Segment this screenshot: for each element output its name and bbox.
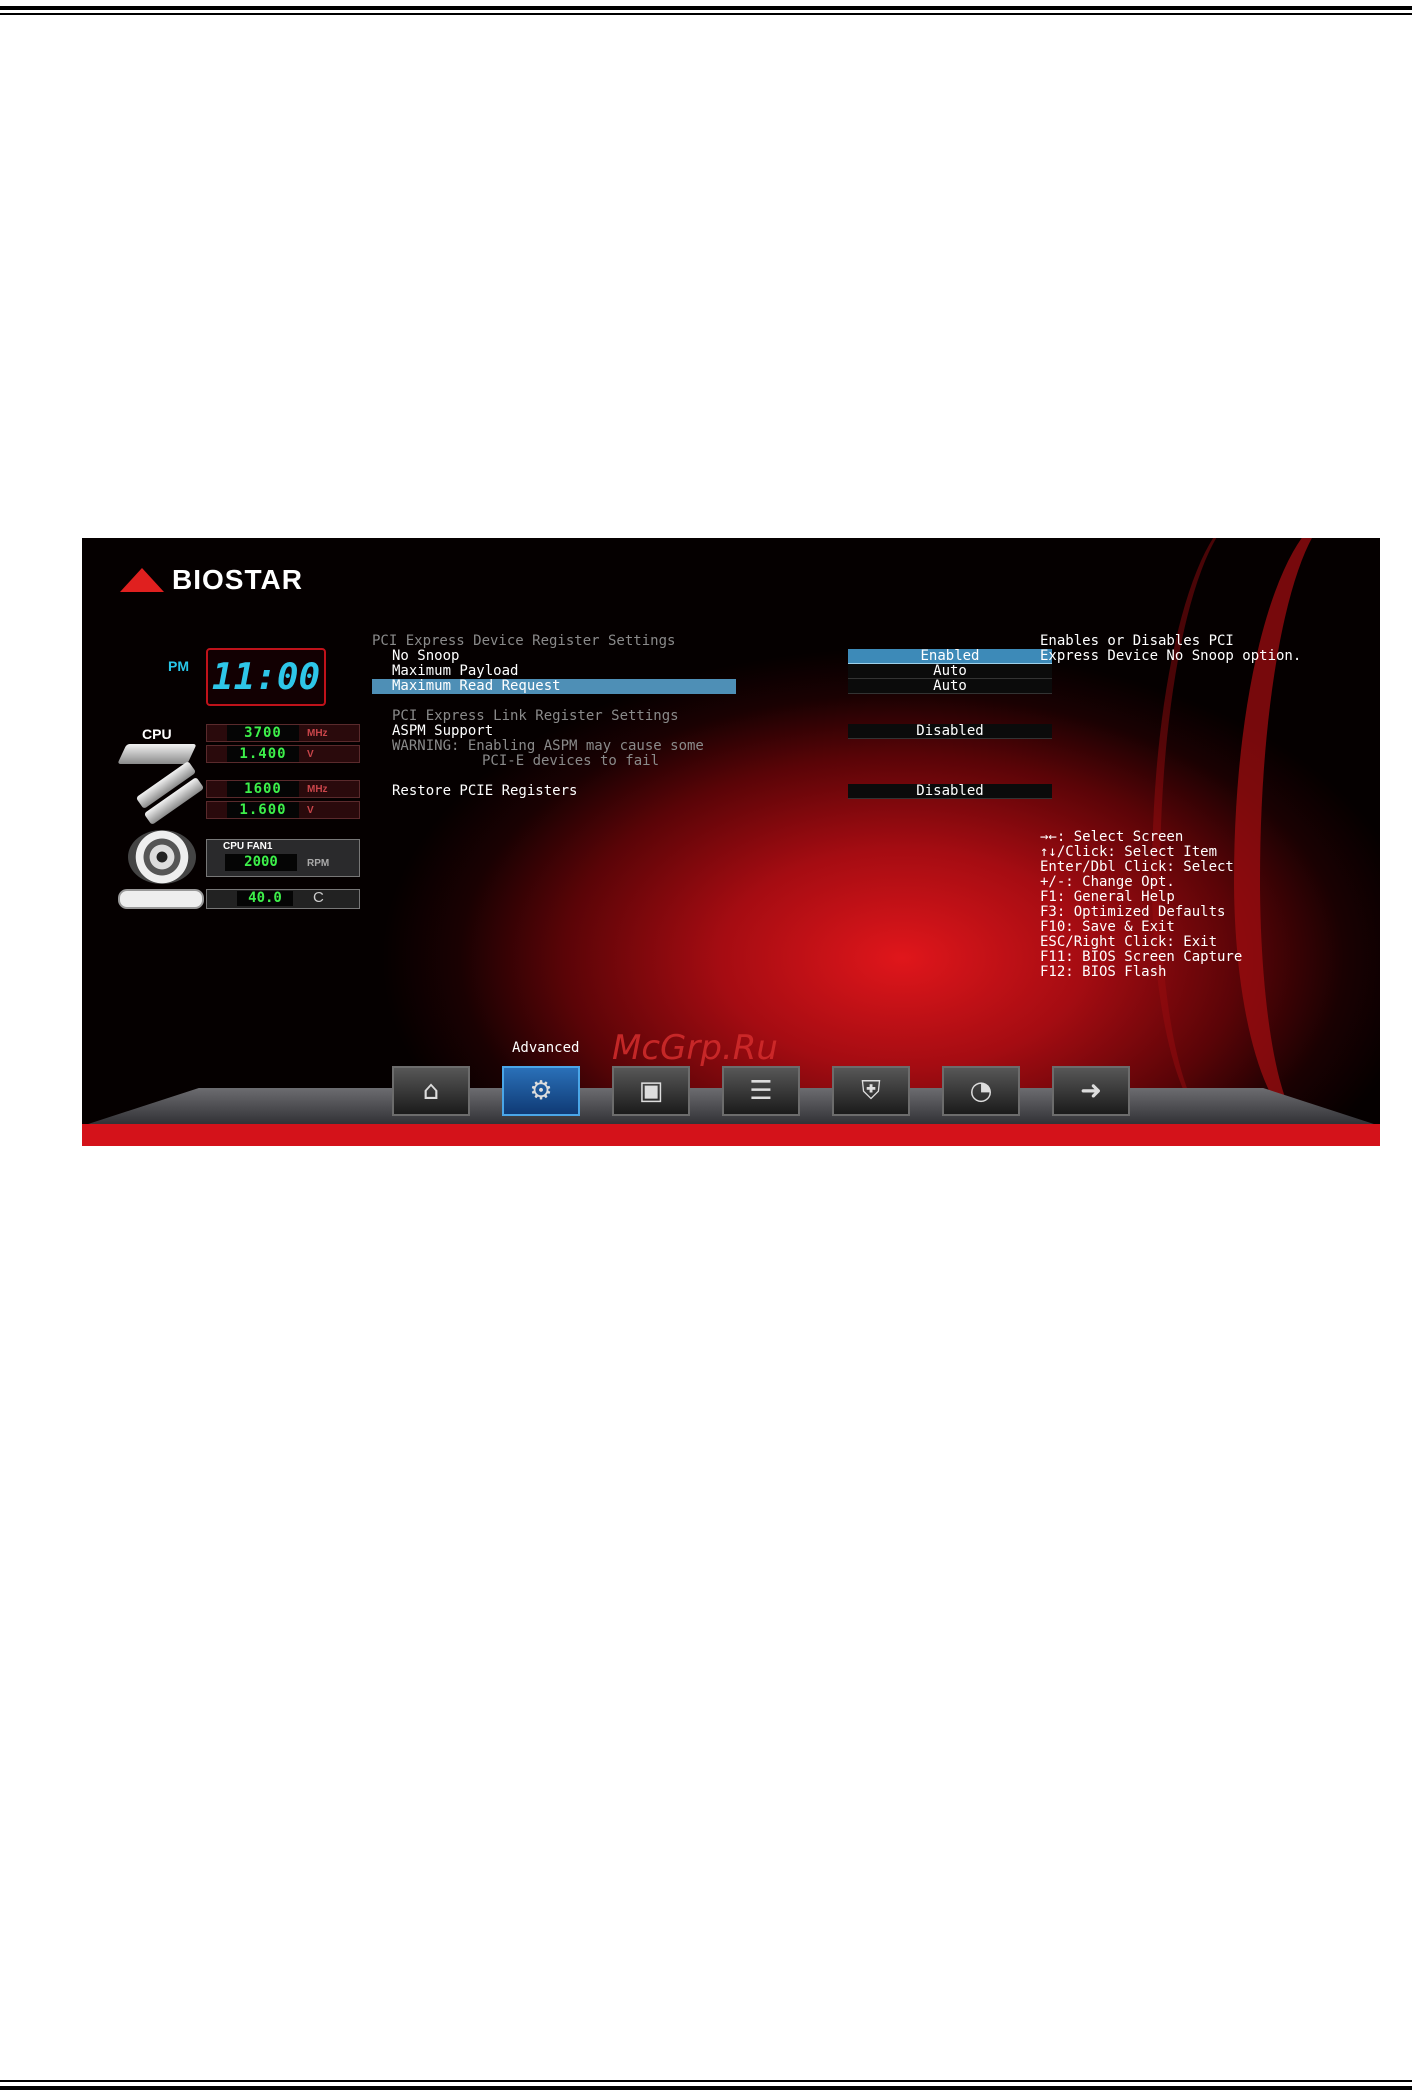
setting-no-snoop-label: No Snoop — [392, 648, 460, 664]
memory-frequency-value: 1600 — [227, 781, 299, 797]
top-rule-thin — [0, 13, 1412, 15]
memory-voltage-value: 1.600 — [227, 802, 299, 818]
key-hint: F3: Optimized Defaults — [1040, 904, 1226, 920]
cpu-chip-icon — [117, 744, 197, 764]
nav-bar: ⌂ ⚙ ▣ ☰ ⛨ ◔ ➜ — [392, 1066, 1130, 1116]
setting-maximum-payload[interactable]: Maximum Payload Auto — [372, 664, 1062, 679]
biostar-logo: BIOSTAR — [120, 564, 303, 596]
tab-chipset[interactable]: ▣ — [612, 1066, 690, 1116]
setting-maximum-read-request-label: Maximum Read Request — [392, 678, 561, 694]
setting-restore-pcie-registers-value[interactable]: Disabled — [848, 784, 1052, 799]
chip-icon: ▣ — [638, 1076, 664, 1106]
key-hint: F12: BIOS Flash — [1040, 964, 1167, 980]
memory-voltage-readout: 1.600 V — [206, 801, 360, 819]
cpu-frequency-value: 3700 — [227, 725, 299, 741]
help-text: Enables or Disables PCI Express Device No… — [1040, 634, 1370, 664]
setting-aspm-support[interactable]: ASPM Support Disabled — [372, 724, 1062, 739]
bottom-rule — [0, 2086, 1412, 2090]
setting-maximum-read-request-value[interactable]: Auto — [848, 679, 1052, 694]
logo-text: BIOSTAR — [172, 564, 303, 595]
key-hint: ESC/Right Click: Exit — [1040, 934, 1218, 950]
bottom-rule-thin — [0, 2080, 1412, 2082]
key-hint: F1: General Help — [1040, 889, 1175, 905]
cpu-label: CPU — [142, 726, 172, 742]
memory-frequency-readout: 1600 MHz — [206, 780, 360, 798]
key-hint: F11: BIOS Screen Capture — [1040, 949, 1243, 965]
aspm-warning-line1: WARNING: Enabling ASPM may cause some — [392, 738, 704, 754]
setting-restore-pcie-registers-label: Restore PCIE Registers — [392, 783, 578, 799]
cpu-voltage-readout: 1.400 V — [206, 745, 360, 763]
cpu-fan-title: CPU FAN1 — [223, 841, 273, 852]
watermark: McGrp.Ru — [612, 1028, 778, 1068]
help-line-2: Express Device No Snoop option. — [1040, 648, 1302, 664]
tab-save-exit[interactable]: ➜ — [1052, 1066, 1130, 1116]
setting-restore-pcie-registers[interactable]: Restore PCIE Registers Disabled — [372, 784, 1062, 799]
key-hint: F10: Save & Exit — [1040, 919, 1175, 935]
tab-boot[interactable]: ☰ — [722, 1066, 800, 1116]
tab-security[interactable]: ⛨ — [832, 1066, 910, 1116]
logo-triangle-icon — [120, 568, 164, 592]
cpu-fan-rpm-unit: RPM — [307, 858, 330, 869]
key-hint: Enter/Dbl Click: Select — [1040, 859, 1234, 875]
cpu-voltage-value: 1.400 — [227, 746, 299, 762]
tab-advanced[interactable]: ⚙ — [502, 1066, 580, 1116]
key-hint: +/-: Change Opt. — [1040, 874, 1175, 890]
section-header-link: PCI Express Link Register Settings — [392, 708, 679, 724]
performance-icon: ◔ — [969, 1076, 993, 1106]
setting-no-snoop-value[interactable]: Enabled — [848, 649, 1052, 664]
folder-exit-icon: ➜ — [1080, 1076, 1102, 1106]
temperature-unit: C — [313, 889, 324, 906]
cpu-frequency-unit: MHz — [307, 727, 328, 739]
section-header-device: PCI Express Device Register Settings — [372, 633, 676, 649]
aspm-warning-line2: PCI-E devices to fail — [482, 753, 660, 769]
bottom-red-bar — [82, 1124, 1380, 1146]
tool-icon: ⚙ — [529, 1076, 553, 1106]
fan-icon — [128, 830, 196, 884]
clock-widget: PM 11:00 — [116, 648, 326, 706]
drive-icon: ☰ — [749, 1076, 773, 1106]
memory-frequency-unit: MHz — [307, 783, 328, 795]
key-legend: →←: Select Screen ↑↓/Click: Select Item … — [1040, 830, 1370, 980]
setting-aspm-support-value[interactable]: Disabled — [848, 724, 1052, 739]
setting-maximum-payload-value[interactable]: Auto — [848, 664, 1052, 679]
bios-screen: BIOSTAR PM 11:00 CPU 3700 MHz 1.400 V 16… — [82, 538, 1380, 1146]
tab-o-n-e[interactable]: ◔ — [942, 1066, 1020, 1116]
thermometer-icon — [118, 889, 204, 909]
temperature-value: 40.0 — [237, 891, 293, 906]
cpu-voltage-unit: V — [307, 748, 314, 760]
key-hint: →←: Select Screen — [1040, 829, 1184, 845]
top-rule — [0, 6, 1412, 10]
shield-icon: ⛨ — [861, 1076, 881, 1106]
help-line-1: Enables or Disables PCI — [1040, 633, 1234, 649]
memory-voltage-unit: V — [307, 804, 314, 816]
key-hint: ↑↓/Click: Select Item — [1040, 844, 1218, 860]
clock-ampm: PM — [168, 658, 189, 674]
temperature-readout: 40.0 C — [206, 889, 360, 909]
setting-no-snoop[interactable]: No Snoop Enabled — [372, 648, 1062, 694]
cpu-fan-readout: CPU FAN1 2000 RPM — [206, 839, 360, 877]
clock-time: 11:00 — [206, 648, 326, 706]
cpu-frequency-readout: 3700 MHz — [206, 724, 360, 742]
cpu-fan-rpm-value: 2000 — [225, 854, 297, 871]
active-tab-label: Advanced — [512, 1040, 580, 1056]
setting-maximum-payload-label: Maximum Payload — [392, 663, 519, 679]
home-icon: ⌂ — [422, 1076, 440, 1106]
setting-maximum-read-request[interactable]: Maximum Read Request Auto — [372, 679, 1062, 694]
setting-aspm-support-label: ASPM Support — [392, 723, 494, 739]
tab-main[interactable]: ⌂ — [392, 1066, 470, 1116]
